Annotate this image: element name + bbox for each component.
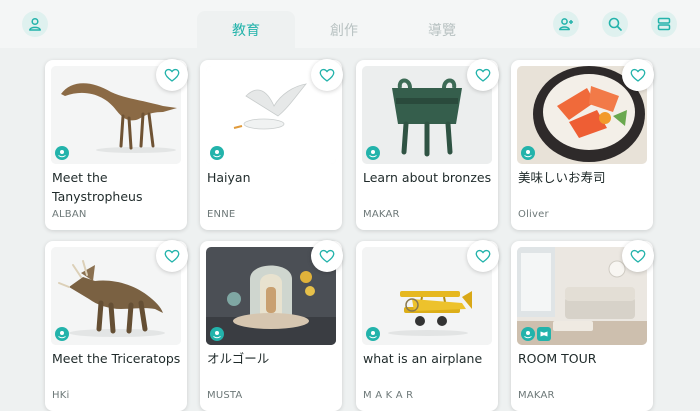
- badge-group: [366, 327, 380, 341]
- hologram-badge-icon: [366, 327, 380, 341]
- profile-button[interactable]: [22, 11, 48, 37]
- badge-group: [210, 146, 224, 160]
- tab-tour[interactable]: 導覽: [398, 11, 486, 48]
- search-icon: [608, 17, 622, 31]
- card-title: Meet the Tanystropheus: [52, 170, 143, 204]
- heart-icon: [164, 68, 180, 82]
- badge-group: [366, 146, 380, 160]
- card-author: MAKAR: [363, 209, 400, 220]
- card-author: MAKAR: [518, 390, 555, 401]
- card-title: what is an airplane: [363, 351, 483, 366]
- tab-creation-label: 創作: [330, 22, 358, 39]
- tab-education-label: 教育: [232, 22, 260, 39]
- menu-button[interactable]: [651, 11, 677, 37]
- heart-icon: [164, 249, 180, 263]
- content-card[interactable]: Meet the Tanystropheus ALBAN: [45, 59, 188, 230]
- heart-icon: [319, 249, 335, 263]
- heart-icon: [319, 68, 335, 82]
- card-author: ENNE: [207, 209, 236, 220]
- badge-group: [210, 327, 224, 341]
- favorite-button[interactable]: [311, 59, 343, 91]
- hologram-badge-icon: [366, 146, 380, 160]
- tab-creation[interactable]: 創作: [300, 11, 388, 48]
- favorite-button[interactable]: [467, 59, 499, 91]
- tab-tour-label: 導覽: [428, 22, 456, 39]
- badge-group: [521, 327, 551, 341]
- card-title: オルゴール: [207, 351, 270, 366]
- content-card[interactable]: Learn about bronzes MAKAR: [356, 59, 499, 230]
- favorite-button[interactable]: [156, 240, 188, 272]
- hologram-badge-icon: [55, 146, 69, 160]
- heart-icon: [630, 249, 646, 263]
- favorite-button[interactable]: [156, 59, 188, 91]
- favorite-button[interactable]: [622, 59, 654, 91]
- card-title: Learn about bronzes: [363, 170, 492, 185]
- heart-icon: [475, 249, 491, 263]
- card-author: ALBAN: [52, 209, 87, 220]
- heart-icon: [630, 68, 646, 82]
- content-card[interactable]: ROOM TOUR MAKAR: [511, 240, 654, 411]
- panorama-badge-icon: [537, 327, 551, 341]
- content-card[interactable]: Haiyan ENNE: [200, 59, 343, 230]
- card-author: Oliver: [518, 209, 549, 220]
- favorite-button[interactable]: [311, 240, 343, 272]
- card-title: 美味しいお寿司: [518, 170, 606, 185]
- card-title: ROOM TOUR: [518, 351, 597, 366]
- content-card[interactable]: 美味しいお寿司 Oliver: [511, 59, 654, 230]
- user-icon: [29, 17, 41, 31]
- search-button[interactable]: [602, 11, 628, 37]
- add-user-icon: [559, 18, 573, 31]
- favorite-button[interactable]: [467, 240, 499, 272]
- hologram-badge-icon: [521, 146, 535, 160]
- content-card[interactable]: what is an airplane M A K A R: [356, 240, 499, 411]
- badge-group: [55, 327, 69, 341]
- hologram-badge-icon: [210, 327, 224, 341]
- hologram-badge-icon: [521, 327, 535, 341]
- heart-icon: [475, 68, 491, 82]
- badge-group: [521, 146, 535, 160]
- hologram-badge-icon: [55, 327, 69, 341]
- card-author: M A K A R: [363, 390, 414, 401]
- favorite-button[interactable]: [622, 240, 654, 272]
- card-author: HKi: [52, 390, 70, 401]
- content-card[interactable]: Meet the Triceratops HKi: [45, 240, 188, 411]
- card-title: Haiyan: [207, 170, 251, 185]
- add-user-button[interactable]: [553, 11, 579, 37]
- card-author: MUSTA: [207, 390, 243, 401]
- hologram-badge-icon: [210, 146, 224, 160]
- content-card[interactable]: オルゴール MUSTA: [200, 240, 343, 411]
- tab-education[interactable]: 教育: [197, 11, 295, 48]
- menu-icon: [657, 17, 671, 31]
- badge-group: [55, 146, 69, 160]
- card-title: Meet the Triceratops: [52, 351, 181, 366]
